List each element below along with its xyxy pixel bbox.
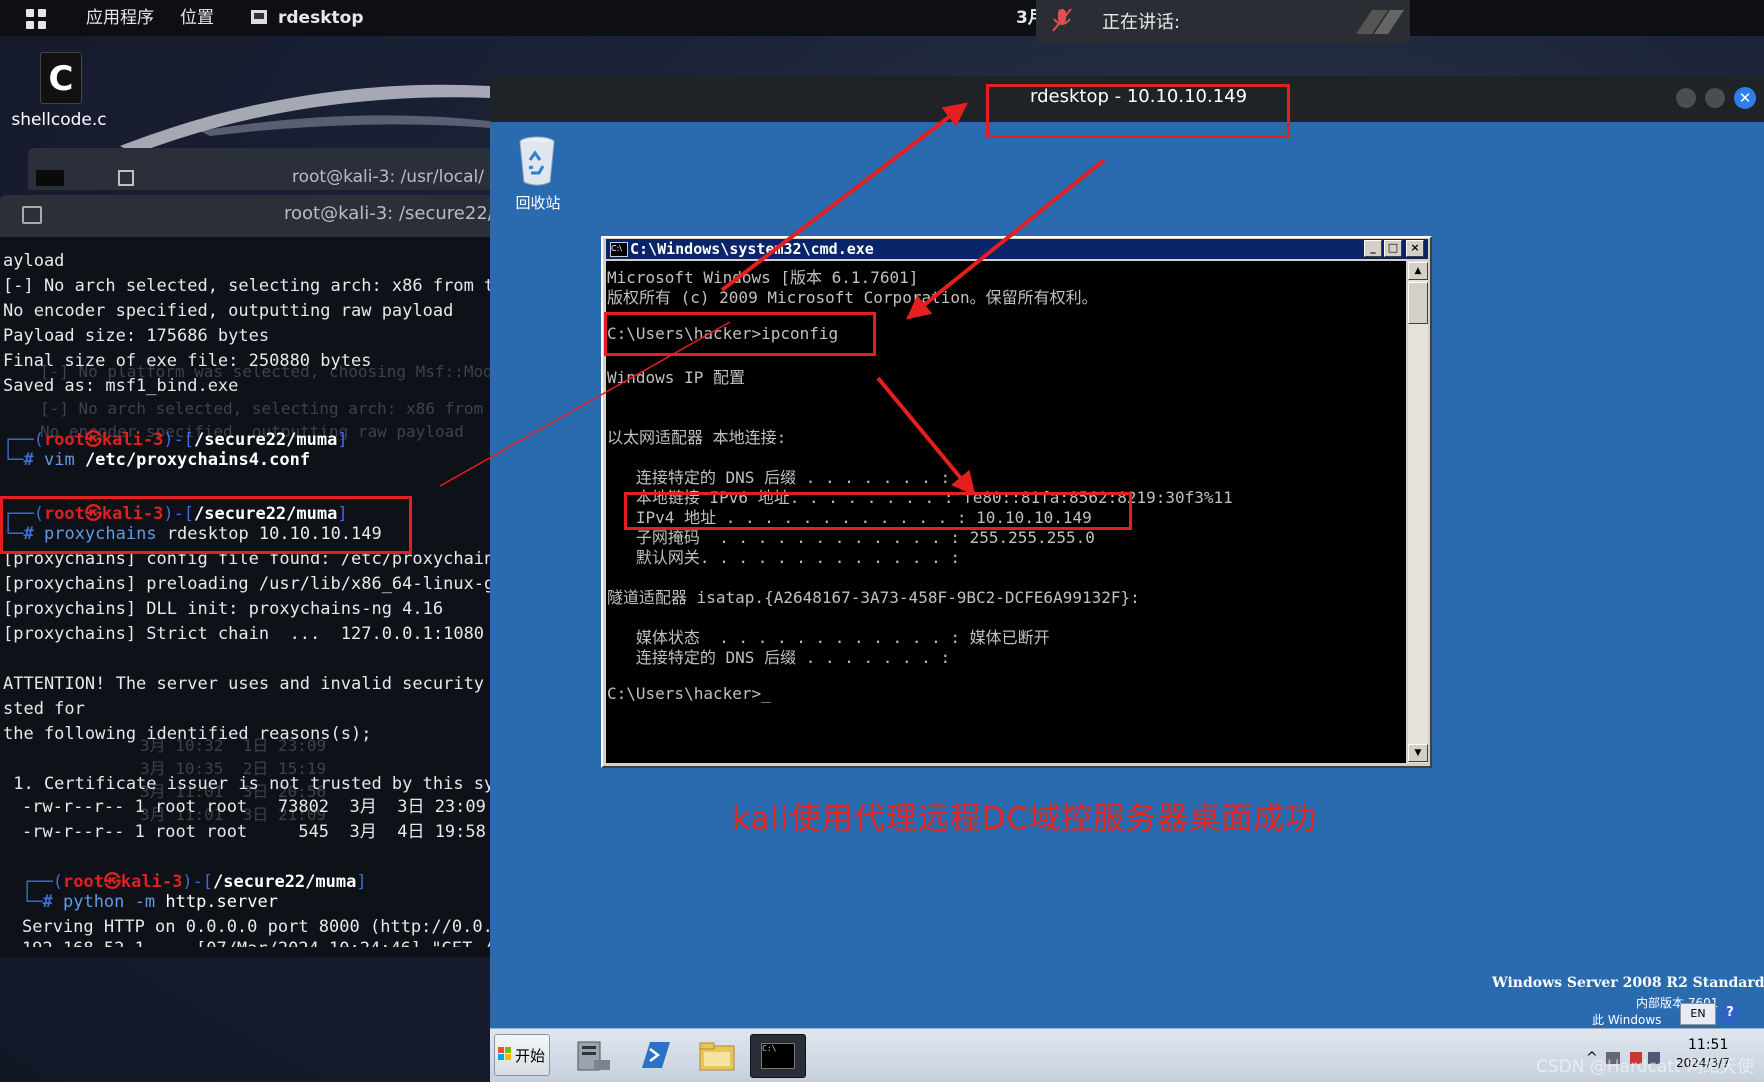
terminal-line: No encoder specified, outputting raw pay… [3,301,454,321]
annotation-box-ipv4 [624,492,1132,530]
applications-menu[interactable]: 应用程序 [86,0,154,36]
terminal-line: -rw-r--r-- 1 root root 73802 3月 3日 23:09… [22,797,490,817]
recycle-bin-icon[interactable] [517,134,557,188]
cmd-prompt[interactable]: C:\Users\hacker>_ [607,684,771,703]
cmd-line: 连接特定的 DNS 后缀 . . . . . . . : [607,648,951,667]
cmd-app-icon: C:\ [610,242,628,257]
top-panel: 应用程序 位置 rdesktop 3月 [0,0,1764,36]
terminal-line: ayload [3,251,65,271]
annotation-box-rdesktop-title [986,84,1290,138]
shell-prompt: ┌──(root㉿kali-3)-[/secure22/muma] [22,872,367,892]
windows-flag-icon [498,1047,511,1060]
terminal-line: 1. Certificate issuer is not trusted by … [3,774,490,794]
cmd-maximize-button[interactable]: □ [1384,240,1402,257]
os-activation-label: 此 Windows [1592,1013,1662,1027]
minimize-button[interactable] [1676,88,1696,108]
terminal-line: Payload size: 175686 bytes [3,326,270,346]
annotation-box-proxychains-cmd [0,496,412,554]
scroll-up-arrow-icon[interactable]: ▲ [1408,262,1428,280]
terminal-line: the following identified reasons(s); [3,724,372,744]
taskbar-cmd-button[interactable]: C:\ [750,1034,806,1078]
terminal-line: ATTENTION! The server uses and invalid s… [3,674,485,694]
cmd-line: Windows IP 配置 [607,368,745,387]
recycle-bin-label[interactable]: 回收站 [506,192,570,213]
powershell-icon[interactable] [628,1034,682,1076]
cmd-minimize-button[interactable]: _ [1364,240,1382,257]
close-button[interactable]: ✕ [1734,87,1756,109]
active-app-label[interactable]: rdesktop [278,0,363,36]
scroll-down-arrow-icon[interactable]: ▼ [1408,744,1428,762]
terminal-line: 192.168.52.1 - - [07/Mar/2024 10:24:46] … [22,939,490,957]
annotation-caption: kali使用代理远程DC域控服务器桌面成功 [732,801,1318,837]
activities-grid-icon[interactable] [26,9,46,29]
cmd-line: 隧道适配器 isatap.{A2648167-3A73-458F-9BC2-DC… [607,588,1140,607]
cmd-line: 以太网适配器 本地连接: [607,428,787,447]
new-tab-icon[interactable] [22,206,42,224]
places-menu[interactable]: 位置 [180,0,214,36]
cmd-scrollbar[interactable] [1408,261,1428,763]
scroll-thumb[interactable] [1408,282,1428,324]
new-tab-icon[interactable] [118,170,134,186]
terminal-back-tab-thumb [36,170,64,186]
csdn-watermark: CSDN @Hardcatt 网络天使 [1536,1057,1755,1077]
language-indicator[interactable]: EN [1680,1003,1716,1025]
c-file-icon[interactable]: C [40,52,82,104]
terminal-back-title: root@kali-3: /usr/local/ [292,167,484,187]
shell-prompt: ┌──(root㉿kali-3)-[/secure22/muma] [3,430,348,450]
shell-command: └─# vim /etc/proxychains4.conf [3,450,311,470]
terminal-line: -rw-r--r-- 1 root root 545 3月 4日 19:58 X [22,822,490,842]
terminal-line: Final size of exe file: 250880 bytes [3,351,372,371]
cmd-line: 版权所有 (c) 2009 Microsoft Corporation。保留所有… [607,288,1098,307]
os-version-label: Windows Server 2008 R2 Standard [1492,975,1764,991]
cmd-line: 默认网关. . . . . . . . . . . . . : [607,548,960,567]
shell-command: └─# python -m http.server [22,892,278,912]
terminal-line: Serving HTTP on 0.0.0.0 port 8000 (http:… [22,917,490,937]
help-icon[interactable]: ? [1720,1003,1740,1023]
terminal-line: [proxychains] DLL init: proxychains-ng 4… [3,599,444,619]
terminal-line: [-] No arch selected, selecting arch: x8… [3,276,490,296]
speaker-avatar-icon [1356,10,1404,34]
microphone-muted-icon [1052,8,1072,32]
terminal-line: Saved as: msf1_bind.exe [3,376,239,396]
terminal-line: [proxychains] Strict chain ... 127.0.0.1… [3,624,485,644]
terminal-line: [proxychains] preloading /usr/lib/x86_64… [3,574,490,594]
terminal-line: sted for [3,699,85,719]
explorer-folder-icon[interactable] [690,1034,744,1076]
taskbar-clock-time[interactable]: 11:51 [1688,1037,1728,1053]
cmd-icon: C:\ [761,1043,795,1069]
rdesktop-app-icon [250,0,272,36]
annotation-box-ipconfig [604,312,876,356]
desktop-file-label[interactable]: shellcode.c [4,110,114,130]
maximize-button[interactable] [1705,88,1725,108]
cmd-close-button[interactable]: × [1406,240,1424,257]
terminal-output[interactable]: [-] No platform was selected, choosing M… [0,237,490,957]
server-manager-icon[interactable] [566,1034,620,1076]
cmd-title: C:\Windows\system32\cmd.exe [630,240,874,258]
speaking-label: 正在讲话: [1102,12,1181,33]
